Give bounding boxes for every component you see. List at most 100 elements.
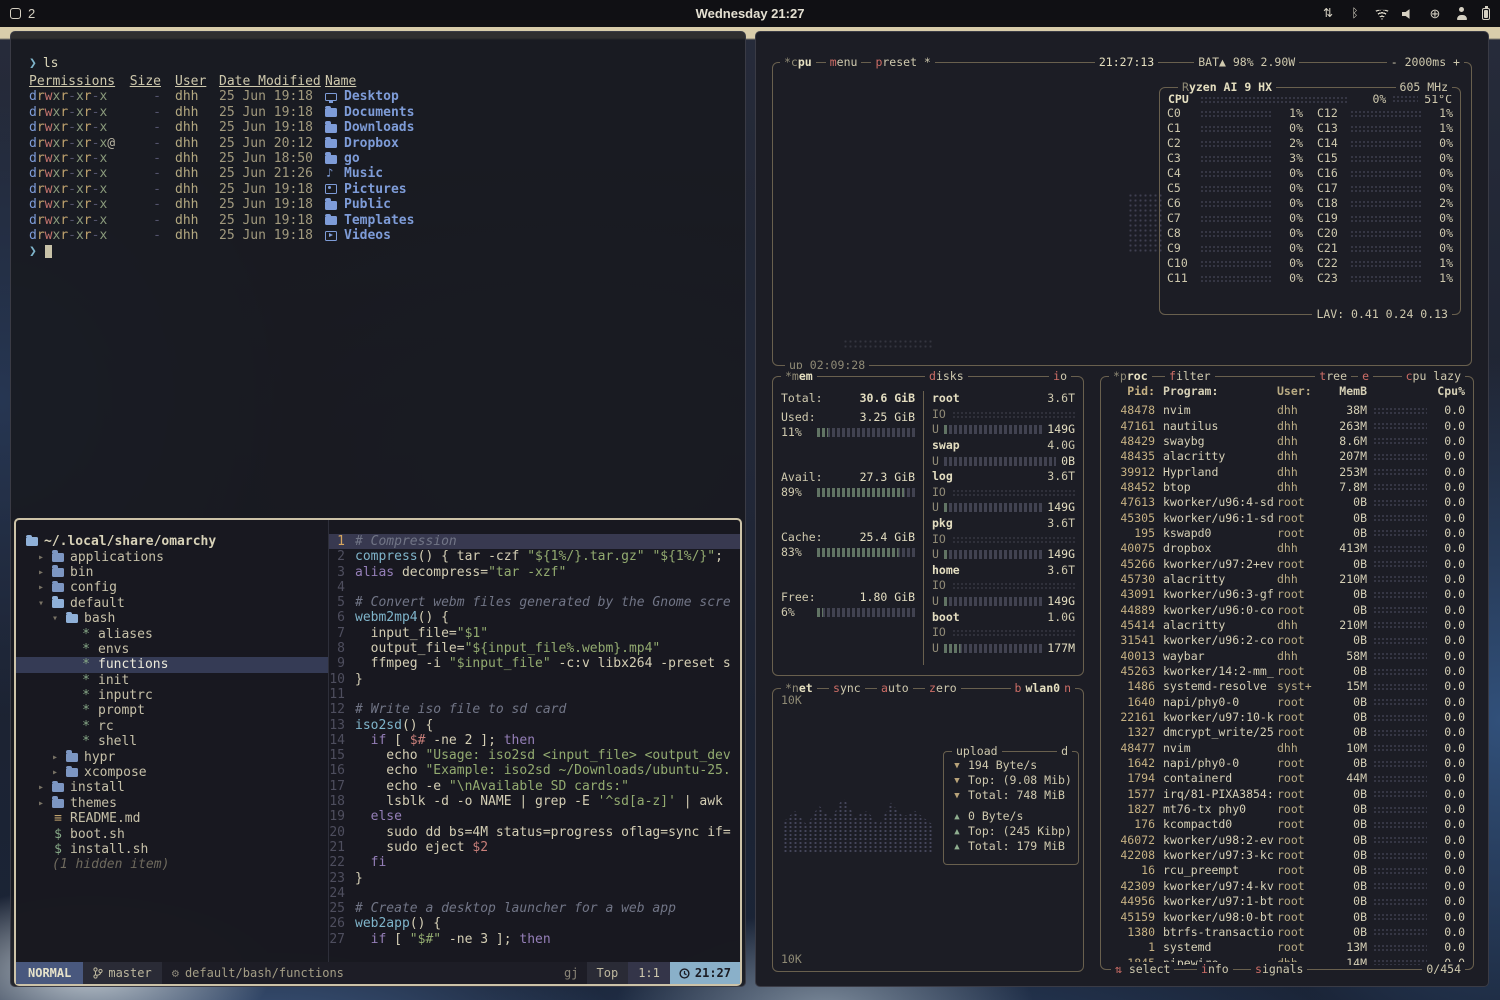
tree-item-config[interactable]: ▸config	[16, 580, 328, 595]
cpu-tab[interactable]: *cpu	[780, 55, 816, 70]
volume-icon[interactable]	[1402, 9, 1415, 20]
code-line[interactable]: 23}	[329, 871, 740, 886]
code-line[interactable]: 17 echo -e "\nAvailable SD cards:"	[329, 779, 740, 794]
process-row[interactable]: 42208kworker/u97:3-kcroot0B0.0	[1101, 848, 1473, 863]
process-row[interactable]: 47613kworker/u96:4-sdroot0B0.0	[1101, 495, 1473, 510]
tree-item--1-hidden-item-[interactable]: (1 hidden item)	[16, 857, 328, 872]
net-interface-switch[interactable]: b wlan0 n	[1011, 681, 1076, 696]
code-line[interactable]: 16 echo "Example: iso2sd ~/Downloads/ubu…	[329, 763, 740, 778]
process-row[interactable]: 48435alacrittydhh207M0.0	[1101, 449, 1473, 464]
code-line[interactable]: 22 fi	[329, 855, 740, 870]
per-core-toggle[interactable]: e	[1358, 369, 1373, 384]
process-row[interactable]: 1794containerdroot44M0.0	[1101, 771, 1473, 786]
process-row[interactable]: 1systemdroot13M0.0	[1101, 940, 1473, 955]
tree-item-install[interactable]: ▸install	[16, 780, 328, 795]
neovim-window[interactable]: ~/.local/share/omarchy▸applications▸bin▸…	[14, 518, 742, 986]
filter-button[interactable]: filter	[1165, 369, 1215, 384]
wifi-icon[interactable]	[1375, 9, 1389, 20]
code-line[interactable]: 13iso2sd() {	[329, 718, 740, 733]
process-row[interactable]: 22161kworker/u97:10-kroot0B0.0	[1101, 710, 1473, 725]
net-prev-key[interactable]: b	[1015, 681, 1022, 696]
process-row[interactable]: 1577irq/81-PIXA3854:root0B0.0	[1101, 787, 1473, 802]
process-row[interactable]: 45730alacrittydhh210M0.0	[1101, 572, 1473, 587]
process-row[interactable]: 47161nautilusdhh263M0.0	[1101, 418, 1473, 433]
tree-item-shell[interactable]: *shell	[16, 734, 328, 749]
code-line[interactable]: 10}	[329, 672, 740, 687]
code-line[interactable]: 21 sudo eject $2	[329, 840, 740, 855]
code-line[interactable]: 19 else	[329, 809, 740, 824]
process-row[interactable]: 1486systemd-resolvesyst+15M0.0	[1101, 679, 1473, 694]
tree-item-readme.md[interactable]: ≡README.md	[16, 811, 328, 826]
code-line[interactable]: 7 input_file="$1"	[329, 626, 740, 641]
process-row[interactable]: 1827mt76-tx phy0root0B0.0	[1101, 802, 1473, 817]
tree-item-xcompose[interactable]: ▸xcompose	[16, 765, 328, 780]
code-line[interactable]: 3alias decompress="tar -xzf"	[329, 565, 740, 580]
file-name[interactable]: Documents	[325, 105, 745, 120]
process-row[interactable]: 1640napi/phy0-0root0B0.0	[1101, 695, 1473, 710]
code-line[interactable]: 25# Create a desktop launcher for a web …	[329, 901, 740, 916]
net-zero-button[interactable]: zero	[925, 681, 961, 696]
process-row[interactable]: 46072kworker/u98:2-evroot0B0.0	[1101, 833, 1473, 848]
code-line[interactable]: 12# Write iso file to sd card	[329, 702, 740, 717]
code-line[interactable]: 11	[329, 687, 740, 702]
process-row[interactable]: 44956kworker/u97:1-btroot0B0.0	[1101, 894, 1473, 909]
net-next-key[interactable]: n	[1064, 681, 1071, 696]
tree-item-themes[interactable]: ▸themes	[16, 796, 328, 811]
process-row[interactable]: 45266kworker/u97:2+evroot0B0.0	[1101, 556, 1473, 571]
tree-item-functions[interactable]: *functions	[16, 657, 328, 672]
process-row[interactable]: 40075dropboxdhh413M0.0	[1101, 541, 1473, 556]
code-line[interactable]: 20 sudo dd bs=4M status=progress oflag=s…	[329, 825, 740, 840]
process-row[interactable]: 40013waybardhh58M0.0	[1101, 649, 1473, 664]
net-sync-button[interactable]: sync	[829, 681, 865, 696]
signals-button[interactable]: signals	[1251, 962, 1307, 977]
disks-title[interactable]: disks	[925, 369, 968, 384]
code-line[interactable]: 6webm2mp4() {	[329, 610, 740, 625]
process-row[interactable]: 176kcompactd0root0B0.0	[1101, 817, 1473, 832]
process-row[interactable]: 16rcu_preemptroot0B0.0	[1101, 863, 1473, 878]
tree-toggle[interactable]: tree	[1315, 369, 1351, 384]
tree-item-envs[interactable]: *envs	[16, 642, 328, 657]
battery-icon[interactable]	[1482, 8, 1490, 20]
process-row[interactable]: 45305kworker/u96:1-sdroot0B0.0	[1101, 510, 1473, 525]
process-row[interactable]: 1642napi/phy0-0root0B0.0	[1101, 756, 1473, 771]
process-row[interactable]: 48429swaybgdhh8.6M0.0	[1101, 434, 1473, 449]
code-line[interactable]: 27 if [ "$#" -ne 3 ]; then	[329, 932, 740, 947]
file-name[interactable]: Dropbox	[325, 136, 745, 151]
proc-header-cpu[interactable]: Cpu%	[1433, 384, 1465, 399]
net-auto-button[interactable]: auto	[877, 681, 913, 696]
tree-item-default[interactable]: ▾default	[16, 596, 328, 611]
code-line[interactable]: 18 lsblk -d -o NAME | grep -E '^sd[a-z]'…	[329, 794, 740, 809]
process-row[interactable]: 48452btopdhh7.8M0.0	[1101, 480, 1473, 495]
sync-arrows-icon[interactable]	[1321, 7, 1335, 20]
proc-header-program[interactable]: Program:	[1163, 384, 1277, 399]
proc-header-pid[interactable]: Pid:	[1109, 384, 1155, 399]
process-row[interactable]: 1380btrfs-transactioroot0B0.0	[1101, 925, 1473, 940]
mem-title[interactable]: *mem	[781, 369, 817, 384]
process-row[interactable]: 44889kworker/u96:0-coroot0B0.0	[1101, 602, 1473, 617]
tree-item-bash[interactable]: ▾bash	[16, 611, 328, 626]
process-row[interactable]: 42309kworker/u97:4-kvroot0B0.0	[1101, 879, 1473, 894]
user-icon[interactable]	[1455, 7, 1469, 20]
workspace-indicator[interactable]: 2	[10, 6, 35, 21]
code-line[interactable]: 5# Convert webm files generated by the G…	[329, 595, 740, 610]
file-name[interactable]: Music	[325, 166, 745, 181]
file-name[interactable]: Public	[325, 197, 745, 212]
io-toggle[interactable]: io	[1049, 369, 1071, 384]
tree-item-prompt[interactable]: *prompt	[16, 703, 328, 718]
code-line[interactable]: 26web2app() {	[329, 916, 740, 931]
tree-item-applications[interactable]: ▸applications	[16, 549, 328, 564]
code-line[interactable]: 2compress() { tar -czf "${1%/}.tar.gz" "…	[329, 549, 740, 564]
tree-root[interactable]: ~/.local/share/omarchy	[16, 534, 328, 549]
globe-icon[interactable]	[1428, 7, 1442, 20]
code-line[interactable]: 15 echo "Usage: iso2sd <input_file> <out…	[329, 748, 740, 763]
code-line[interactable]: 1# Compression	[329, 534, 740, 549]
process-row[interactable]: 48478nvimdhh38M0.0	[1101, 403, 1473, 418]
code-line[interactable]: 9 ffmpeg -i "$input_file" -c:v libx264 -…	[329, 656, 740, 671]
file-name[interactable]: Templates	[325, 213, 745, 228]
update-interval-control[interactable]: - 2000ms +	[1387, 55, 1464, 70]
select-hint[interactable]: select	[1111, 962, 1174, 977]
file-name[interactable]: go	[325, 151, 745, 166]
bluetooth-icon[interactable]	[1348, 7, 1362, 20]
process-row[interactable]: 39912Hyprlanddhh253M0.0	[1101, 464, 1473, 479]
info-button[interactable]: info	[1197, 962, 1233, 977]
